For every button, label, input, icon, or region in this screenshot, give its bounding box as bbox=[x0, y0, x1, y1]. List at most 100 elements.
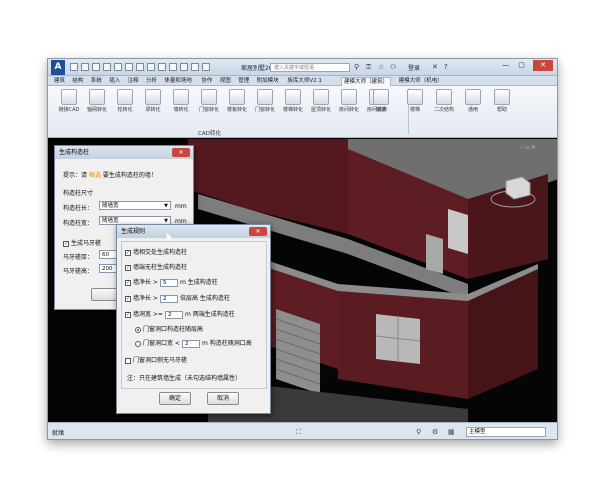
workset-icon[interactable]: ⛶ bbox=[296, 428, 301, 437]
close-button[interactable]: ✕ bbox=[249, 227, 267, 236]
design-options-icon[interactable]: ▦ bbox=[448, 428, 455, 436]
tool-icon bbox=[201, 89, 217, 105]
tab-4[interactable]: 注释 bbox=[126, 77, 141, 86]
ribbon-tool-12[interactable]: 快速 bbox=[366, 89, 396, 113]
unit-label: mm bbox=[175, 203, 187, 210]
radio-follow-floor[interactable]: 门窗洞口构造柱随层高 bbox=[135, 324, 203, 333]
print-icon[interactable] bbox=[114, 63, 122, 71]
ribbon-tool-13[interactable]: 楼梯 bbox=[400, 89, 430, 113]
opening-height-stepper[interactable]: 2 bbox=[181, 339, 200, 348]
redo-icon[interactable] bbox=[103, 63, 111, 71]
checkbox-icon[interactable] bbox=[125, 357, 131, 364]
restore-button[interactable]: ▢ bbox=[514, 60, 529, 71]
rule-floor-height[interactable]: ✓ 墙净长 >2 倍层高 生成构造柱 bbox=[125, 293, 230, 303]
subscription-icon[interactable]: ⚿ bbox=[366, 63, 371, 72]
tab-1[interactable]: 结构 bbox=[70, 77, 85, 86]
tab-9[interactable]: 管理 bbox=[236, 77, 251, 86]
thin-lines-icon[interactable] bbox=[169, 63, 177, 71]
help-icon[interactable]: ? bbox=[444, 63, 448, 71]
tool-label: 房间转化 bbox=[338, 107, 359, 113]
rule-intersection[interactable]: ✓ 墙相交处生成构造柱 bbox=[125, 247, 187, 256]
tab-10[interactable]: 附加模块 bbox=[255, 77, 281, 86]
tool-icon bbox=[313, 89, 329, 105]
ribbon-tool-16[interactable]: 帮助 bbox=[487, 89, 517, 113]
tool-icon bbox=[494, 89, 510, 105]
checkbox-icon[interactable]: ✓ bbox=[125, 249, 131, 256]
text-icon[interactable] bbox=[136, 63, 144, 71]
close-button[interactable]: ✕ bbox=[172, 148, 190, 157]
switch-windows-icon[interactable] bbox=[191, 63, 199, 71]
radio-follow-opening[interactable]: 门窗洞口宽 <2 m 构造柱随洞口高 bbox=[135, 338, 252, 348]
filter-icon[interactable]: ⚲ bbox=[416, 428, 421, 436]
tab-13[interactable]: 建模大师（机电） bbox=[397, 77, 445, 86]
radio-icon[interactable] bbox=[135, 326, 141, 333]
tab-6[interactable]: 体量和场地 bbox=[162, 77, 194, 86]
login-link[interactable]: 登录 bbox=[408, 63, 420, 72]
editable-icon[interactable]: ⚙ bbox=[432, 428, 438, 436]
checkbox-icon[interactable]: ✓ bbox=[125, 295, 131, 302]
radio-icon[interactable] bbox=[135, 340, 141, 347]
ribbon-tool-4[interactable]: 墙转化 bbox=[166, 89, 196, 113]
user-icon[interactable]: ⚇ bbox=[390, 63, 396, 71]
tab-7[interactable]: 协作 bbox=[199, 77, 214, 86]
tool-icon bbox=[117, 89, 133, 105]
3d-view-icon[interactable] bbox=[147, 63, 155, 71]
tab-12[interactable]: 建模大师（建筑） bbox=[341, 77, 392, 86]
tab-3[interactable]: 插入 bbox=[107, 77, 122, 86]
close-hidden-icon[interactable] bbox=[180, 63, 188, 71]
ribbon-tool-2[interactable]: 柱转化 bbox=[110, 89, 140, 113]
ribbon-tool-8[interactable]: 楼梯转化 bbox=[278, 89, 308, 113]
minimize-button[interactable]: — bbox=[498, 60, 513, 71]
close-button[interactable]: ✕ bbox=[533, 60, 553, 71]
checkbox-icon[interactable]: ✓ bbox=[63, 240, 69, 247]
tool-icon bbox=[173, 89, 189, 105]
star-icon[interactable]: ☆ bbox=[378, 63, 384, 71]
rule-wall-length[interactable]: ✓ 墙净长 >5 m 生成构造柱 bbox=[125, 277, 218, 287]
rule-wall-end[interactable]: ✓ 墙端无柱生成构造柱 bbox=[125, 262, 187, 271]
tab-5[interactable]: 分析 bbox=[144, 77, 159, 86]
model-select[interactable]: 主模型 bbox=[466, 427, 546, 437]
tab-8[interactable]: 视图 bbox=[218, 77, 233, 86]
length-select[interactable]: 随墙宽 ▼ bbox=[99, 201, 171, 210]
ribbon-tool-14[interactable]: 二次结构 bbox=[429, 89, 459, 113]
wall-length-stepper[interactable]: 5 bbox=[159, 278, 178, 287]
customize-toolbar-icon[interactable] bbox=[202, 63, 210, 71]
ribbon-tool-7[interactable]: 门窗转化 bbox=[250, 89, 280, 113]
ribbon-tool-10[interactable]: 房间转化 bbox=[334, 89, 364, 113]
dialog-title-text: 生成构造柱 bbox=[59, 149, 90, 156]
ribbon-tool-6[interactable]: 楼板转化 bbox=[222, 89, 252, 113]
ribbon-tool-0[interactable]: 链接CAD bbox=[54, 89, 84, 113]
section-icon[interactable] bbox=[158, 63, 166, 71]
rule-opening-width-suffix: m 两端生成构造柱 bbox=[184, 311, 235, 318]
tab-0[interactable]: 建筑 bbox=[52, 77, 67, 86]
exchange-icon[interactable]: ✕ bbox=[432, 63, 438, 71]
radio-follow-opening-prefix: 门窗洞口宽 < bbox=[143, 340, 180, 347]
open-icon[interactable] bbox=[70, 63, 78, 71]
rule-wall-length-prefix: 墙净长 > bbox=[133, 279, 158, 286]
floor-height-stepper[interactable]: 2 bbox=[159, 294, 178, 303]
rule-floor-height-suffix: 倍层高 生成构造柱 bbox=[179, 295, 230, 302]
checkbox-icon[interactable]: ✓ bbox=[125, 311, 131, 318]
checkbox-icon[interactable]: ✓ bbox=[125, 279, 131, 286]
search-input[interactable]: 键入关键字或短语 bbox=[270, 63, 350, 72]
rule-no-horsetooth[interactable]: 门窗洞口侧无马牙槎 bbox=[125, 355, 187, 364]
opening-width-stepper[interactable]: 2 bbox=[164, 310, 183, 319]
ok-button[interactable]: 确定 bbox=[159, 392, 191, 405]
binoculars-icon[interactable]: ⚲ bbox=[354, 63, 359, 71]
measure-icon[interactable] bbox=[125, 63, 133, 71]
ribbon-tool-15[interactable]: 通用 bbox=[458, 89, 488, 113]
ribbon-tool-3[interactable]: 梁转化 bbox=[138, 89, 168, 113]
tab-11[interactable]: 族库大师V2.1 bbox=[285, 77, 324, 86]
rule-wall-length-suffix: m 生成构造柱 bbox=[179, 279, 218, 286]
rule-opening-width[interactable]: ✓ 墙洞宽 >= 2 m 两端生成构造柱 bbox=[125, 309, 235, 319]
tab-2[interactable]: 系统 bbox=[89, 77, 104, 86]
cancel-button[interactable]: 取消 bbox=[207, 392, 239, 405]
checkbox-icon[interactable]: ✓ bbox=[125, 264, 131, 271]
horsetooth-checkbox[interactable]: ✓ 生成马牙槎 bbox=[63, 238, 101, 247]
undo-icon[interactable] bbox=[92, 63, 100, 71]
ribbon-tool-5[interactable]: 门窗转化 bbox=[194, 89, 224, 113]
ribbon-tool-1[interactable]: 轴网转化 bbox=[82, 89, 112, 113]
ribbon-tool-9[interactable]: 屋顶转化 bbox=[306, 89, 336, 113]
app-logo-icon[interactable]: A bbox=[51, 60, 65, 75]
save-icon[interactable] bbox=[81, 63, 89, 71]
